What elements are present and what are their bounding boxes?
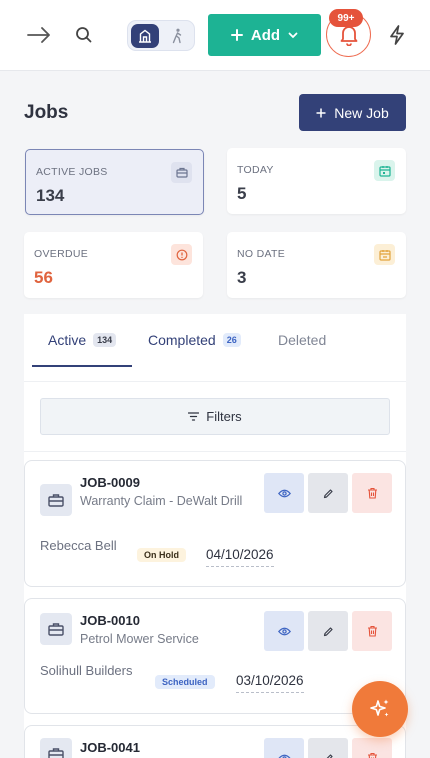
filters-label: Filters (206, 409, 242, 424)
top-bar: Add 99+ (0, 0, 430, 71)
mode-toggle[interactable] (127, 20, 195, 51)
stat-value: 3 (237, 268, 247, 287)
filters-button[interactable]: Filters (40, 398, 390, 435)
pencil-icon (323, 488, 333, 498)
job-title: Warranty Claim - DeWalt Drill (80, 494, 243, 508)
trash-icon (367, 625, 377, 637)
trash-icon (367, 752, 377, 758)
filter-icon (188, 412, 200, 421)
new-job-button[interactable]: New Job (299, 94, 406, 131)
pencil-icon (323, 626, 333, 636)
calendar-icon (374, 160, 395, 181)
eye-icon (277, 627, 291, 635)
tab-active[interactable]: Active 134 (48, 332, 117, 348)
tab-completed[interactable]: Completed 26 (148, 332, 241, 348)
briefcase-icon (40, 738, 72, 758)
view-button[interactable] (264, 473, 304, 513)
tab-label: Completed (148, 332, 216, 348)
eye-icon (277, 489, 291, 497)
job-card[interactable]: JOB-0041 (24, 725, 406, 758)
tab-label: Active (48, 332, 87, 348)
expand-arrow-icon[interactable] (24, 20, 54, 50)
briefcase-icon (40, 613, 72, 645)
search-icon[interactable] (70, 21, 98, 49)
stat-label: OVERDUE (34, 248, 89, 260)
building-icon[interactable] (131, 24, 159, 48)
tab-count: 134 (93, 333, 117, 347)
stat-active-jobs[interactable]: ACTIVE JOBS 134 (25, 149, 204, 215)
stat-value: 56 (34, 268, 53, 287)
trash-icon (367, 487, 377, 499)
job-card[interactable]: JOB-0010 Petrol Mower Service Solihull B… (24, 598, 406, 714)
tab-count: 26 (222, 333, 241, 347)
job-card[interactable]: JOB-0009 Warranty Claim - DeWalt Drill R… (24, 460, 406, 587)
stat-overdue[interactable]: OVERDUE 56 (24, 232, 203, 298)
view-button[interactable] (264, 738, 304, 758)
job-id: JOB-0009 (80, 475, 140, 490)
ai-assistant-button[interactable] (352, 681, 408, 737)
tab-deleted[interactable]: Deleted (278, 332, 326, 348)
delete-button[interactable] (352, 611, 392, 651)
lightning-icon[interactable] (383, 21, 411, 49)
pencil-icon (325, 753, 333, 758)
job-id: JOB-0010 (80, 613, 140, 628)
status-badge: Scheduled (155, 675, 215, 689)
view-button[interactable] (264, 611, 304, 651)
job-date[interactable]: 04/10/2026 (206, 547, 274, 567)
briefcase-icon (171, 162, 192, 183)
add-button-label: Add (250, 26, 281, 44)
stat-label: ACTIVE JOBS (36, 166, 108, 178)
delete-button[interactable] (352, 473, 392, 513)
divider (24, 451, 406, 452)
job-title: Petrol Mower Service (80, 632, 199, 646)
calendar-empty-icon (374, 244, 395, 265)
notification-badge: 99+ (329, 9, 363, 27)
stat-label: TODAY (237, 164, 274, 176)
eye-icon (277, 754, 291, 758)
stat-label: NO DATE (237, 248, 285, 260)
job-date[interactable]: 03/10/2026 (236, 673, 304, 693)
edit-button[interactable] (308, 611, 348, 651)
edit-button[interactable] (308, 738, 348, 758)
job-client: Solihull Builders (40, 663, 133, 678)
status-badge: On Hold (137, 548, 186, 562)
stat-value: 134 (36, 186, 65, 205)
edit-button[interactable] (308, 473, 348, 513)
sparkles-icon (370, 699, 389, 717)
walking-person-icon[interactable] (163, 24, 191, 48)
stat-today[interactable]: TODAY 5 (227, 148, 406, 214)
alert-circle-icon (171, 244, 192, 265)
plus-icon (316, 108, 326, 117)
tabs-row: Active 134 Completed 26 Deleted (24, 314, 406, 382)
delete-button[interactable] (352, 738, 392, 758)
page-title: Jobs (24, 102, 69, 123)
chevron-down-icon (288, 32, 298, 38)
stat-no-date[interactable]: NO DATE 3 (227, 232, 406, 298)
stat-value: 5 (237, 184, 247, 203)
tab-label: Deleted (278, 332, 327, 348)
plus-icon (230, 29, 243, 41)
job-id: JOB-0041 (80, 740, 140, 755)
job-client: Rebecca Bell (40, 538, 117, 553)
briefcase-icon (40, 484, 72, 516)
add-button[interactable]: Add (208, 14, 321, 56)
new-job-label: New Job (334, 104, 389, 121)
active-tab-indicator (32, 365, 132, 367)
